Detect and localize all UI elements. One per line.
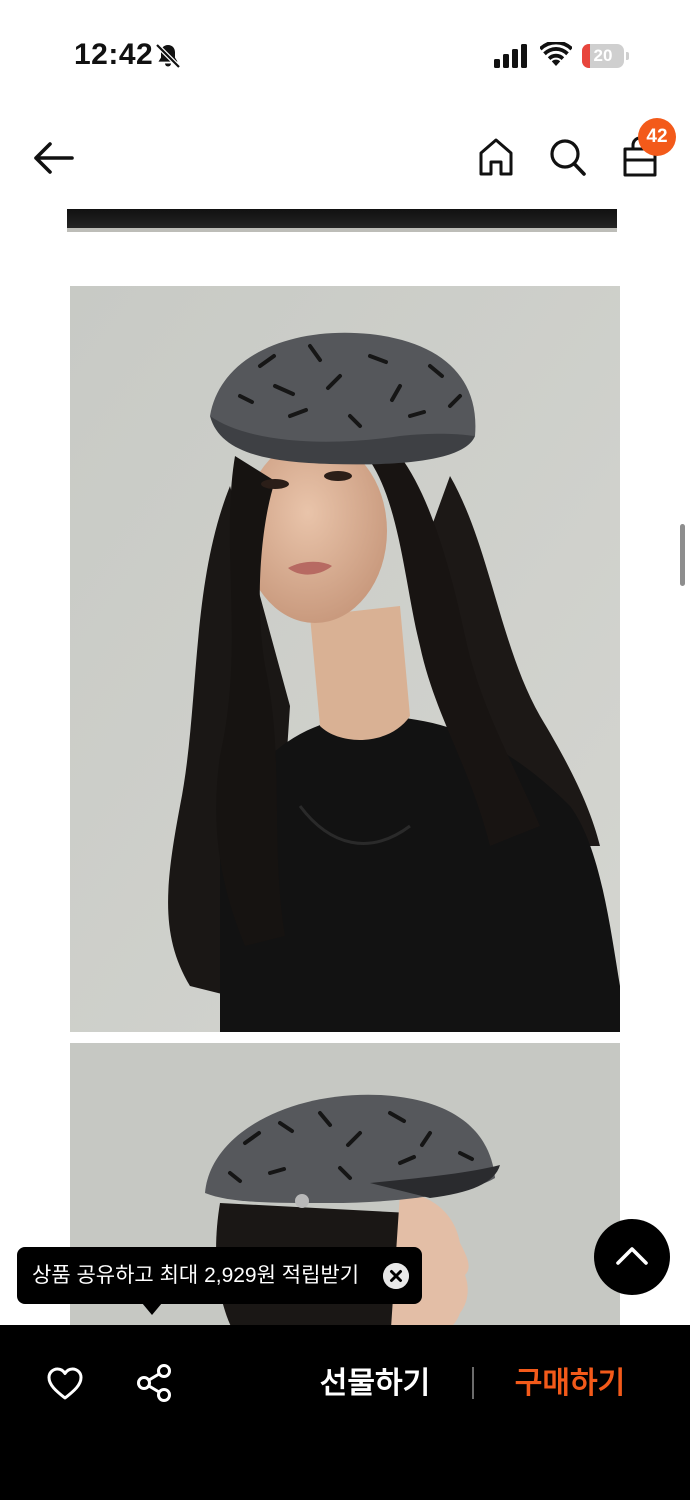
- buy-button[interactable]: 구매하기: [495, 1355, 645, 1413]
- bottom-action-bar: 선물하기 구매하기: [0, 1325, 690, 1500]
- app-header: [0, 110, 690, 206]
- share-icon[interactable]: [134, 1363, 174, 1403]
- model-photo-illustration: [70, 286, 620, 1032]
- button-divider: [472, 1367, 474, 1399]
- home-icon[interactable]: [476, 136, 516, 178]
- battery-level: 20: [593, 46, 613, 65]
- tooltip-pointer: [142, 1303, 162, 1315]
- scrollbar-thumb[interactable]: [680, 524, 685, 586]
- product-image-previous: [67, 209, 617, 232]
- battery-cap: [626, 52, 629, 60]
- tooltip-text: 상품 공유하고 최대 2,929원 적립받기: [32, 1264, 360, 1287]
- back-arrow-icon[interactable]: [32, 138, 76, 178]
- cart-count-badge: 42: [638, 118, 676, 156]
- bell-slash-icon: [155, 43, 181, 69]
- gift-button[interactable]: 선물하기: [300, 1355, 450, 1413]
- battery-body: 20: [582, 44, 624, 68]
- share-reward-tooltip[interactable]: 상품 공유하고 최대 2,929원 적립받기: [17, 1247, 422, 1304]
- search-icon[interactable]: [548, 136, 588, 178]
- product-detail-page: 12:42 20 42 상품 공유하고 최대 2,929원 적립받기 선물하기 …: [0, 0, 690, 1500]
- heart-outline-icon[interactable]: [46, 1365, 84, 1403]
- scroll-to-top-button[interactable]: [594, 1219, 670, 1295]
- status-bar: 12:42 20: [0, 0, 690, 110]
- cellular-signal-icon: [494, 44, 527, 68]
- battery-icon: 20: [582, 44, 630, 68]
- wifi-icon: [540, 42, 572, 66]
- status-time: 12:42: [74, 38, 154, 71]
- chevron-up-icon: [616, 1247, 648, 1265]
- product-image-model-front: [70, 286, 620, 1032]
- close-circle-icon[interactable]: [383, 1263, 409, 1289]
